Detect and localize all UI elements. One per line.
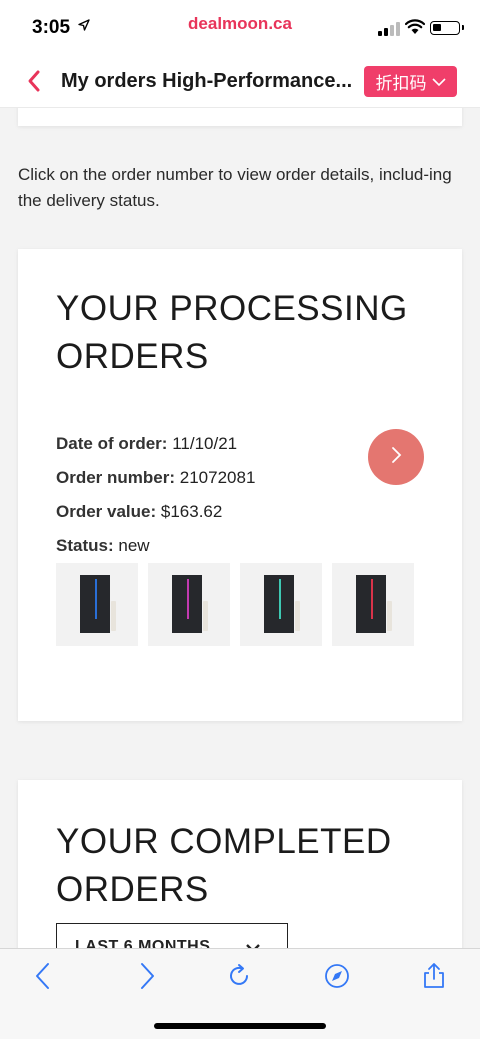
share-icon[interactable] (419, 961, 449, 991)
product-thumbnail-teal[interactable] (240, 563, 322, 646)
order-date-label: Date of order: (56, 434, 168, 453)
back-arrow-icon[interactable] (28, 961, 58, 991)
product-thumbnail-blue[interactable] (56, 563, 138, 646)
order-number-link[interactable]: 21072081 (180, 468, 256, 487)
processing-orders-card: YOUR PROCESSING ORDERS Date of order: 11… (18, 249, 462, 721)
battery-icon (430, 21, 464, 35)
order-number-row[interactable]: Order number: 21072081 (56, 461, 255, 495)
chevron-down-icon (431, 72, 446, 92)
processing-heading-line1: YOUR PROCESSING (56, 289, 408, 328)
status-bar: 3:05 dealmoon.ca (0, 0, 480, 56)
previous-card (18, 108, 462, 126)
view-order-button[interactable] (368, 429, 424, 485)
completed-orders-card: YOUR COMPLETED ORDERS LAST 6 MONTHS (18, 780, 462, 948)
completed-heading-line1: YOUR COMPLETED (56, 822, 392, 861)
time-range-value: LAST 6 MONTHS (75, 938, 211, 948)
order-status-label: Status: (56, 536, 114, 555)
order-value-label: Order value: (56, 502, 157, 521)
forward-arrow-icon[interactable] (132, 961, 162, 991)
navigation-bar: My orders High-Performance... 折扣码 (0, 56, 480, 108)
product-thumbnails (56, 563, 414, 646)
product-thumbnail-red[interactable] (332, 563, 414, 646)
processing-orders-heading: YOUR PROCESSING ORDERS (56, 285, 408, 381)
order-details: Date of order: 11/10/21 Order number: 21… (56, 427, 255, 563)
wifi-icon (404, 19, 426, 35)
order-status-value: new (118, 536, 150, 555)
completed-heading-line2: ORDERS (56, 870, 209, 909)
reload-icon[interactable] (225, 961, 255, 991)
completed-orders-heading: YOUR COMPLETED ORDERS (56, 818, 392, 914)
order-value-amount: $163.62 (160, 502, 223, 521)
order-number-label: Order number: (56, 468, 176, 487)
order-date-value: 11/10/21 (172, 434, 238, 453)
processing-heading-line2: ORDERS (56, 337, 209, 376)
order-value-row: Order value: $163.62 (56, 495, 255, 529)
home-indicator[interactable] (154, 1023, 326, 1029)
chevron-right-icon (389, 445, 403, 470)
chevron-left-icon[interactable] (24, 66, 44, 96)
page-content[interactable]: Click on the order number to view order … (0, 108, 480, 948)
order-status-row: Status: new (56, 529, 255, 563)
order-date-row: Date of order: 11/10/21 (56, 427, 255, 461)
coupon-label: 折扣码 (375, 74, 427, 93)
coupon-code-button[interactable]: 折扣码 (364, 66, 457, 97)
page-title: My orders High-Performance... (61, 70, 353, 92)
product-thumbnail-pink[interactable] (148, 563, 230, 646)
intro-text: Click on the order number to view order … (18, 165, 452, 210)
compass-icon[interactable] (322, 961, 352, 991)
time-range-dropdown[interactable]: LAST 6 MONTHS (56, 923, 288, 948)
cellular-signal-icon (378, 22, 402, 36)
chevron-down-icon (245, 940, 261, 948)
